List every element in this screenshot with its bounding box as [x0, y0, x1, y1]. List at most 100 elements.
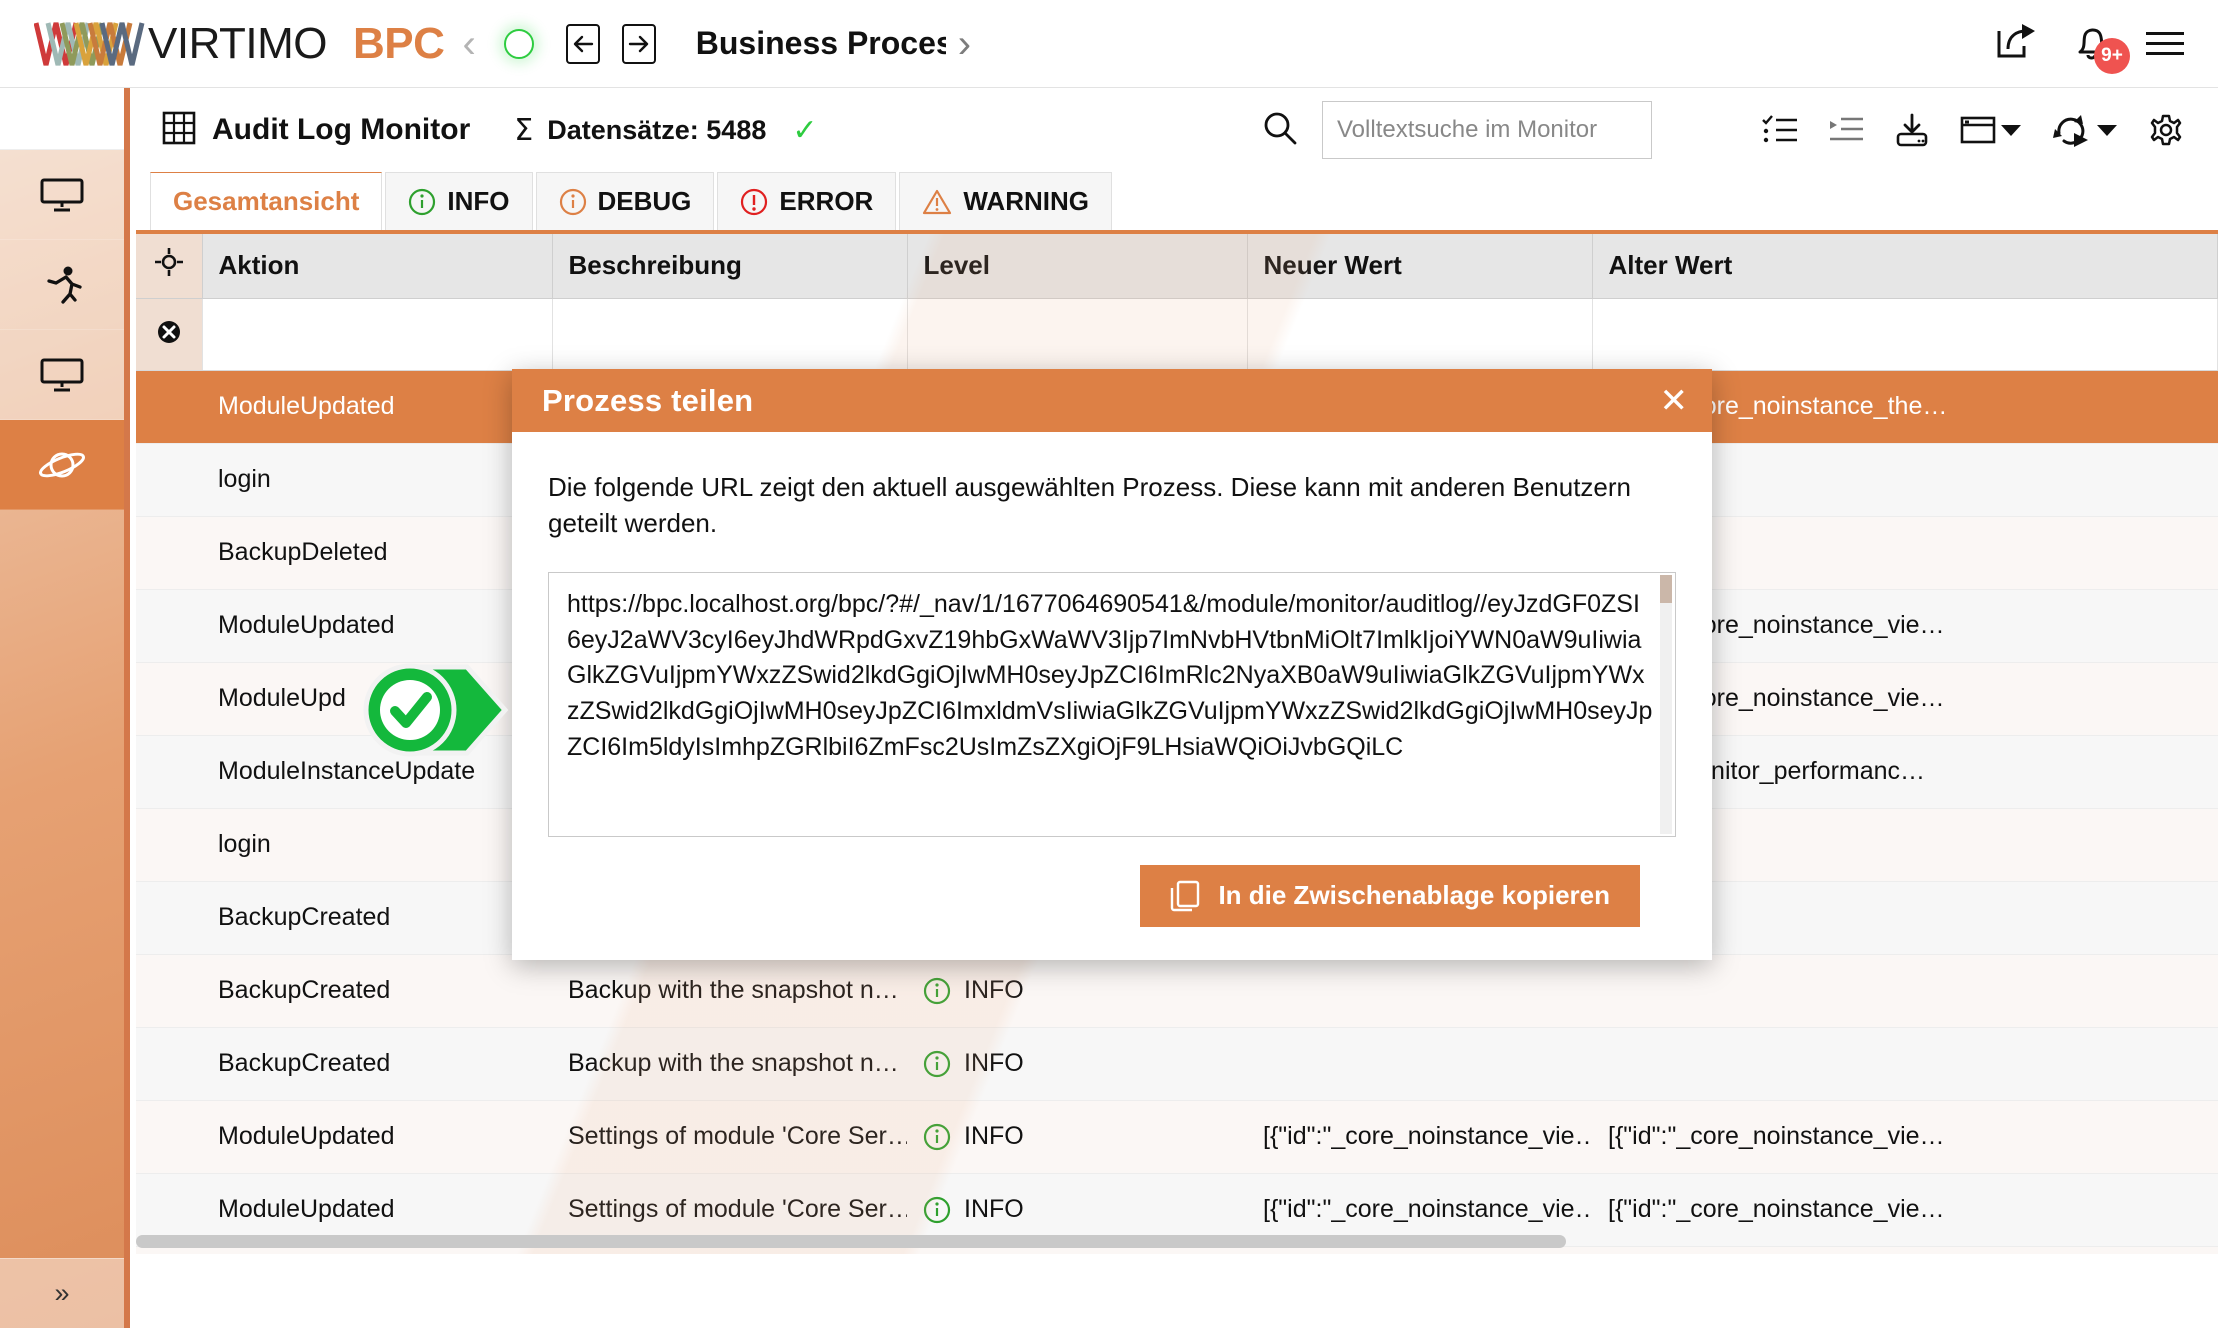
- hamburger-menu-icon[interactable]: [2146, 32, 2184, 55]
- crosshair-icon[interactable]: [136, 234, 202, 298]
- cell-aktion: ModuleUpdated: [202, 589, 552, 662]
- tab-warning[interactable]: WARNING: [899, 172, 1112, 230]
- sidebar-item-explorer[interactable]: [0, 420, 124, 510]
- sidebar-spacer: [0, 510, 124, 1258]
- column-header-neuer-wert[interactable]: Neuer Wert: [1247, 234, 1592, 298]
- level-badge: INFO: [923, 1049, 1231, 1078]
- column-header-aktion[interactable]: Aktion: [202, 234, 552, 298]
- tab-info[interactable]: INFO: [385, 172, 532, 230]
- toolbar-icons: [1762, 112, 2184, 148]
- level-label: INFO: [964, 1049, 1024, 1078]
- tab-debug[interactable]: DEBUG: [536, 172, 715, 230]
- share-url-text: https://bpc.localhost.org/bpc/?#/_nav/1/…: [567, 587, 1653, 766]
- dialog-title: Prozess teilen: [542, 383, 753, 419]
- tab-error[interactable]: ERROR: [717, 172, 896, 230]
- filter-input-beschreibung[interactable]: [552, 298, 907, 370]
- row-select-cell[interactable]: [136, 589, 202, 662]
- table-row[interactable]: ModuleUpdatedSettings of module 'Core Se…: [136, 1100, 2218, 1173]
- sidebar-item-processes[interactable]: [0, 240, 124, 330]
- share-icon[interactable]: [1996, 23, 2038, 64]
- sidebar-item-monitor[interactable]: [0, 150, 124, 240]
- url-scrollbar-thumb[interactable]: [1660, 575, 1672, 603]
- clear-filter-x-icon[interactable]: [136, 298, 202, 370]
- row-select-cell[interactable]: [136, 1027, 202, 1100]
- level-badge: INFO: [923, 976, 1231, 1005]
- brand-logo[interactable]: VIRTIMO BPC: [34, 19, 444, 69]
- cell-neuer-wert: [1247, 1027, 1592, 1100]
- row-select-cell[interactable]: [136, 443, 202, 516]
- sidebar-expand-button[interactable]: »: [0, 1258, 124, 1328]
- horizontal-scrollbar[interactable]: [136, 1235, 1566, 1248]
- row-select-cell[interactable]: [136, 881, 202, 954]
- table-row[interactable]: BackupCreatedBackup with the snapshot n……: [136, 954, 2218, 1027]
- cell-aktion: login: [202, 808, 552, 881]
- tab-gesamtansicht[interactable]: Gesamtansicht: [150, 172, 382, 230]
- info-circle-green-icon: [923, 1196, 951, 1224]
- chevron-down-icon: [2096, 123, 2118, 137]
- cell-neuer-wert: [{"id":"_core_noinstance_vie…: [1247, 1100, 1592, 1173]
- search-icon[interactable]: [1262, 110, 1298, 151]
- info-circle-green-icon: [923, 977, 951, 1005]
- cell-beschreibung: Settings of module 'Core Ser…: [552, 1100, 907, 1173]
- level-badge: INFO: [923, 1195, 1231, 1224]
- dialog-header: Prozess teilen ✕: [512, 369, 1712, 432]
- column-header-alter-wert[interactable]: Alter Wert: [1592, 234, 2218, 298]
- filter-input-alter-wert[interactable]: [1592, 298, 2218, 370]
- row-select-cell[interactable]: [136, 735, 202, 808]
- url-scrollbar-track[interactable]: [1660, 575, 1672, 834]
- sidebar-item-dashboard[interactable]: [0, 330, 124, 420]
- exclamation-circle-red-icon: [740, 188, 768, 216]
- notifications-button[interactable]: 9+: [2072, 24, 2112, 64]
- share-process-dialog: Prozess teilen ✕ Die folgende URL zeigt …: [512, 369, 1712, 960]
- share-url-box[interactable]: https://bpc.localhost.org/bpc/?#/_nav/1/…: [548, 572, 1676, 837]
- chevron-down-icon: [2000, 123, 2022, 137]
- tab-label: DEBUG: [598, 186, 692, 217]
- row-select-cell[interactable]: [136, 808, 202, 881]
- refresh-play-dropdown-icon[interactable]: [2052, 113, 2118, 147]
- cell-aktion: BackupCreated: [202, 1027, 552, 1100]
- close-x-icon[interactable]: ✕: [1660, 384, 1689, 418]
- window-dropdown-icon[interactable]: [1960, 115, 2022, 145]
- table-row[interactable]: BackupCreatedBackup with the snapshot n……: [136, 1027, 2218, 1100]
- level-badge: INFO: [923, 1122, 1231, 1151]
- filter-input-neuer-wert[interactable]: [1247, 298, 1592, 370]
- sigma-icon: Σ: [514, 113, 533, 148]
- module-title: Audit Log Monitor: [212, 113, 470, 147]
- monitor-icon: [39, 357, 85, 393]
- app-root: VIRTIMO BPC ‹ Business Process Ce ›: [0, 0, 2218, 1328]
- next-chevron-icon[interactable]: ›: [958, 24, 971, 64]
- copy-icon: [1170, 880, 1200, 912]
- forward-button[interactable]: [622, 24, 656, 64]
- planet-ring-icon: [37, 445, 87, 485]
- cell-beschreibung: Backup with the snapshot n…: [552, 954, 907, 1027]
- prev-chevron-icon[interactable]: ‹: [462, 24, 475, 64]
- search-input[interactable]: [1322, 101, 1652, 159]
- indent-list-icon[interactable]: [1828, 114, 1864, 146]
- row-select-cell[interactable]: [136, 516, 202, 589]
- cell-alter-wert: [{"id":"_core_noinstance_vie…: [1592, 1100, 2218, 1173]
- copy-to-clipboard-button[interactable]: In die Zwischenablage kopieren: [1140, 865, 1640, 927]
- row-select-cell[interactable]: [136, 1100, 202, 1173]
- warning-triangle-orange-icon: [922, 188, 952, 216]
- cell-level: INFO: [907, 954, 1247, 1027]
- checklist-icon[interactable]: [1762, 114, 1798, 146]
- row-select-cell[interactable]: [136, 662, 202, 735]
- level-label: INFO: [964, 1122, 1024, 1151]
- filter-input-level[interactable]: [907, 298, 1247, 370]
- monitor-icon: [39, 177, 85, 213]
- gear-icon[interactable]: [2148, 112, 2184, 148]
- back-button[interactable]: [566, 24, 600, 64]
- download-icon[interactable]: [1894, 113, 1930, 147]
- cell-aktion: login: [202, 443, 552, 516]
- column-header-level[interactable]: Level: [907, 234, 1247, 298]
- row-select-cell[interactable]: [136, 370, 202, 443]
- column-header-beschreibung[interactable]: Beschreibung: [552, 234, 907, 298]
- filter-input-aktion[interactable]: [202, 298, 552, 370]
- info-circle-orange-icon: [559, 188, 587, 216]
- product-name: BPC: [353, 19, 444, 69]
- cell-alter-wert: [{"id":"_core_noinstance_vie…: [1592, 1173, 2218, 1246]
- row-select-cell[interactable]: [136, 954, 202, 1027]
- cell-alter-wert: [1592, 1246, 2218, 1254]
- search-box: [1262, 101, 1652, 159]
- module-toolbar: Audit Log Monitor Σ Datensätze: 5488 ✓: [136, 88, 2218, 172]
